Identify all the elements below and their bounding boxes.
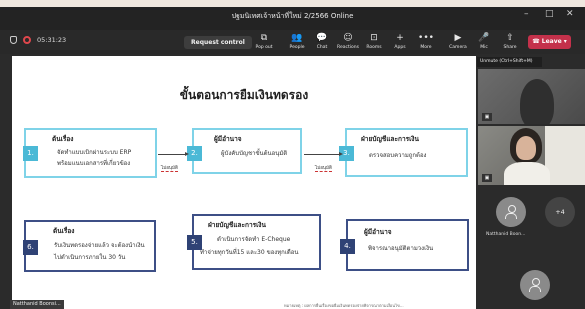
meeting-toolbar: 05:31:23 Request control ⧉ Pop out 👥 Peo…: [0, 30, 585, 54]
step-heading: ผู้มีอำนาจ: [214, 135, 242, 143]
step-line-2: ทำจ่ายทุกวันที่15 และ30 ของทุกเดือน: [200, 249, 299, 256]
person-icon: [529, 278, 541, 292]
step-line-1: จัดทำแบบเบิกผ่านระบบ ERP: [57, 149, 132, 156]
flow-arrow: [158, 152, 189, 156]
step-heading: ต้นเรื่อง: [53, 227, 75, 235]
step-heading: ฝ่ายบัญชีและการเงิน: [208, 221, 266, 229]
participant-video-1[interactable]: ▣: [478, 69, 585, 124]
step-number: 2.: [187, 146, 202, 161]
step-number: 6.: [23, 240, 38, 255]
participant-silhouette: [520, 79, 554, 124]
video-background: [545, 126, 585, 185]
step-line-1: ผู้บังคับบัญชาขั้นต้นอนุมัติ: [221, 150, 288, 157]
pin-icon[interactable]: ▣: [482, 113, 492, 121]
step-line-1: ดำเนินการจัดทำ E-Cheque: [217, 236, 291, 243]
person-icon: [505, 205, 517, 219]
phone-icon: ☎: [532, 38, 542, 45]
title-bar: ปฐมนิเทศเจ้าหน้าที่ใหม่ 2/2566 Online – …: [0, 0, 585, 30]
step-box-3: 3. ฝ่ายบัญชีและการเงิน ตรวจสอบความถูกต้อ…: [339, 128, 468, 177]
more-button[interactable]: ••• More: [411, 33, 441, 50]
step-line-1: ตรวจสอบความถูกต้อง: [369, 152, 427, 159]
minimize-button[interactable]: –: [524, 9, 529, 19]
step-line-1: พิจารณาอนุมัติตามวงเงิน: [368, 245, 434, 252]
share-button[interactable]: ⇧ Share: [495, 33, 525, 50]
request-control-button[interactable]: Request control: [184, 36, 252, 49]
step-heading: ฝ่ายบัญชีและการเงิน: [361, 135, 419, 143]
participant-name: Natthanid Boon...: [486, 232, 526, 237]
participant-video-2[interactable]: ▣: [478, 126, 585, 185]
participant-avatar-2[interactable]: [520, 270, 550, 300]
flow-arrow: [304, 152, 343, 156]
step-heading: ผู้มีอำนาจ: [364, 228, 392, 236]
step-line-2: ไปดำเนินการภายใน 30 วัน: [54, 254, 126, 261]
slide-footnote: หมายเหตุ : ผลการยื่นเรื่องขอยืมเงินทดรอง…: [284, 303, 404, 308]
share-icon: ⇧: [506, 33, 514, 43]
chevron-down-icon[interactable]: ▾: [564, 38, 567, 45]
reject-label-1: ไม่อนุมัติ: [161, 166, 178, 172]
pop-out-button[interactable]: ⧉ Pop out: [249, 33, 279, 50]
recording-icon: [23, 36, 31, 44]
teams-meeting-window: ปฐมนิเทศเจ้าหน้าที่ใหม่ 2/2566 Online – …: [0, 0, 585, 309]
step-line-2: พร้อมแนบเอกสารที่เกี่ยวข้อง: [57, 160, 131, 167]
more-participants-button[interactable]: +4: [545, 197, 575, 227]
presentation-slide: ขั้นตอนการยืมเงินทดรอง 1. ต้นเรื่อง จัดท…: [12, 56, 476, 309]
participant-face: [516, 136, 536, 160]
step-box-1: 1. ต้นเรื่อง จัดทำแบบเบิกผ่านระบบ ERP พร…: [23, 128, 157, 178]
slide-title: ขั้นตอนการยืมเงินทดรอง: [179, 88, 309, 102]
restore-button[interactable]: □: [545, 9, 554, 19]
meeting-title: ปฐมนิเทศเจ้าหน้าที่ใหม่ 2/2566 Online: [231, 12, 354, 20]
more-icon: •••: [418, 33, 434, 43]
step-heading: ต้นเรื่อง: [52, 135, 74, 143]
step-line-1: รับเงินทดรองจ่ายแล้ว จะต้องนำเงิน: [54, 242, 145, 249]
pop-out-icon: ⧉: [260, 33, 268, 43]
meeting-timer: 05:31:23: [37, 36, 67, 44]
presenter-name: Natthanid Boonsi...: [10, 300, 64, 309]
participant-shirt: [504, 162, 550, 185]
step-box-4: 4. ผู้มีอำนาจ พิจารณาอนุมัติตามวงเงิน: [340, 219, 469, 271]
pin-icon[interactable]: ▣: [482, 174, 492, 182]
participant-avatar[interactable]: [496, 197, 526, 227]
step-number: 4.: [340, 239, 355, 254]
step-box-2: 2. ผู้มีอำนาจ ผู้บังคับบัญชาขั้นต้นอนุมั…: [187, 128, 302, 174]
step-box-6: 6. ต้นเรื่อง รับเงินทดรองจ่ายแล้ว จะต้อง…: [23, 220, 156, 272]
shared-screen: ขั้นตอนการยืมเงินทดรอง 1. ต้นเรื่อง จัดท…: [4, 56, 476, 309]
step-box-5: 5. ฝ่ายบัญชีและการเงิน ดำเนินการจัดทำ E-…: [187, 214, 321, 270]
step-number: 1.: [23, 146, 38, 161]
leave-button[interactable]: ☎ Leave ▾: [528, 35, 571, 49]
unmute-tooltip: Unmute (Ctrl+Shift+M): [477, 57, 542, 67]
reject-label-2: ไม่อนุมัติ: [315, 166, 332, 172]
close-button[interactable]: ✕: [566, 9, 574, 19]
shield-icon: [10, 36, 17, 44]
meeting-status: 05:31:23: [10, 36, 66, 44]
